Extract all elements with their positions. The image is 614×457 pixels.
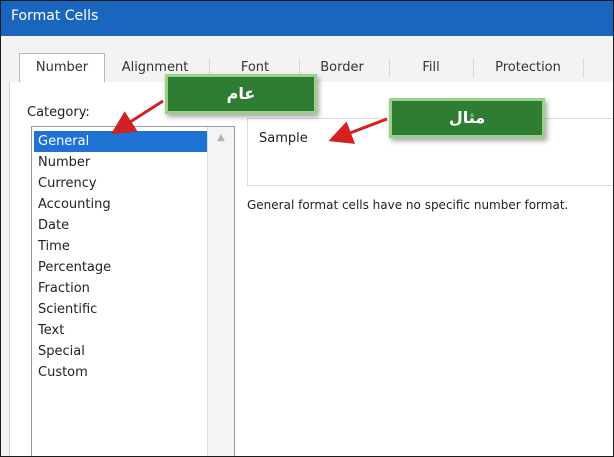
tab-separator xyxy=(473,58,474,78)
category-item-accounting[interactable]: Accounting xyxy=(34,194,208,215)
tab-protection[interactable]: Protection xyxy=(479,54,577,82)
annotation-general: عام xyxy=(165,74,317,114)
dialog-title: Format Cells xyxy=(11,8,99,24)
category-item-special[interactable]: Special xyxy=(34,341,208,362)
format-cells-dialog: Format Cells Number Alignment Font Borde… xyxy=(0,0,614,457)
title-bar: Format Cells xyxy=(1,1,613,36)
tab-separator xyxy=(583,58,584,78)
category-item-date[interactable]: Date xyxy=(34,215,208,236)
sample-label: Sample xyxy=(259,131,308,146)
tab-separator xyxy=(389,58,390,78)
category-scrollbar[interactable]: ▲ xyxy=(207,127,234,456)
category-item-fraction[interactable]: Fraction xyxy=(34,278,208,299)
tab-number[interactable]: Number xyxy=(19,53,105,83)
annotation-sample: مثال xyxy=(389,98,545,138)
category-item-general[interactable]: General xyxy=(34,131,208,152)
category-label: Category: xyxy=(27,105,90,120)
category-item-scientific[interactable]: Scientific xyxy=(34,299,208,320)
tab-fill[interactable]: Fill xyxy=(395,54,467,82)
category-list[interactable]: General Number Currency Accounting Date … xyxy=(31,126,235,456)
format-description: General format cells have no specific nu… xyxy=(247,198,569,212)
category-item-number[interactable]: Number xyxy=(34,152,208,173)
category-item-time[interactable]: Time xyxy=(34,236,208,257)
category-item-currency[interactable]: Currency xyxy=(34,173,208,194)
chevron-up-icon[interactable]: ▲ xyxy=(208,127,234,149)
category-item-percentage[interactable]: Percentage xyxy=(34,257,208,278)
category-item-text[interactable]: Text xyxy=(34,320,208,341)
category-item-custom[interactable]: Custom xyxy=(34,362,208,383)
